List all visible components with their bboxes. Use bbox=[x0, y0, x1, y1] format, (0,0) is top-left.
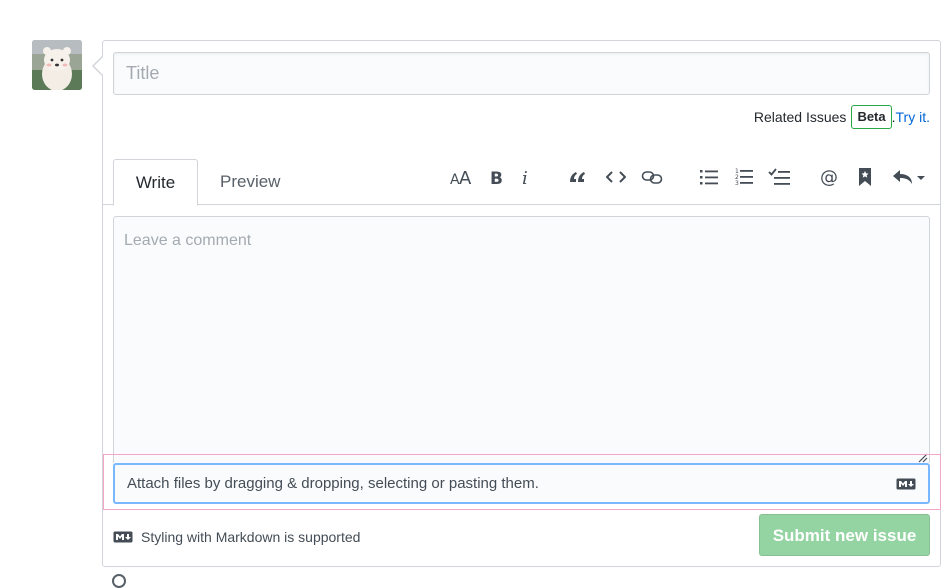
beta-badge: Beta bbox=[851, 105, 892, 129]
italic-icon[interactable]: i bbox=[517, 159, 535, 195]
title-input[interactable] bbox=[113, 52, 930, 95]
attach-files-text: Attach files by dragging & dropping, sel… bbox=[127, 475, 539, 492]
attach-files-bar[interactable]: Attach files by dragging & dropping, sel… bbox=[113, 463, 930, 504]
avatar-image bbox=[32, 40, 82, 90]
quote-icon[interactable] bbox=[566, 159, 588, 195]
markdown-icon bbox=[896, 478, 916, 489]
svg-text:3: 3 bbox=[735, 180, 739, 186]
task-list-icon[interactable] bbox=[767, 159, 791, 195]
code-icon[interactable] bbox=[605, 159, 627, 195]
ordered-list-icon[interactable]: 123 bbox=[733, 159, 755, 195]
markdown-note: Styling with Markdown is supported bbox=[113, 529, 360, 545]
svg-text:B: B bbox=[490, 169, 503, 186]
try-it-link[interactable]: Try it. bbox=[896, 109, 930, 125]
info-icon bbox=[112, 574, 126, 588]
link-icon[interactable] bbox=[641, 159, 663, 195]
related-issues-label: Related Issues bbox=[753, 109, 847, 125]
bold-icon[interactable]: B bbox=[485, 159, 507, 195]
svg-text:@: @ bbox=[820, 167, 838, 187]
reply-icon[interactable] bbox=[890, 159, 928, 195]
markdown-toolbar: AA B i 123 @ bbox=[103, 159, 940, 195]
related-issues: Related Issues Beta . Try it. bbox=[754, 105, 930, 129]
new-issue-form: Related Issues Beta . Try it. Write Prev… bbox=[102, 40, 941, 567]
unordered-list-icon[interactable] bbox=[698, 159, 720, 195]
panel-caret-inner bbox=[94, 57, 103, 75]
markdown-icon bbox=[113, 531, 133, 543]
comment-textarea[interactable] bbox=[113, 216, 930, 463]
avatar[interactable] bbox=[32, 40, 82, 90]
bookmark-icon[interactable] bbox=[856, 159, 874, 195]
text-size-icon[interactable]: AA bbox=[447, 159, 475, 195]
svg-text:i: i bbox=[522, 168, 528, 186]
markdown-note-text: Styling with Markdown is supported bbox=[141, 529, 361, 545]
svg-text:A: A bbox=[459, 168, 472, 186]
mention-icon[interactable]: @ bbox=[819, 159, 841, 195]
submit-new-issue-button[interactable]: Submit new issue bbox=[759, 514, 930, 556]
